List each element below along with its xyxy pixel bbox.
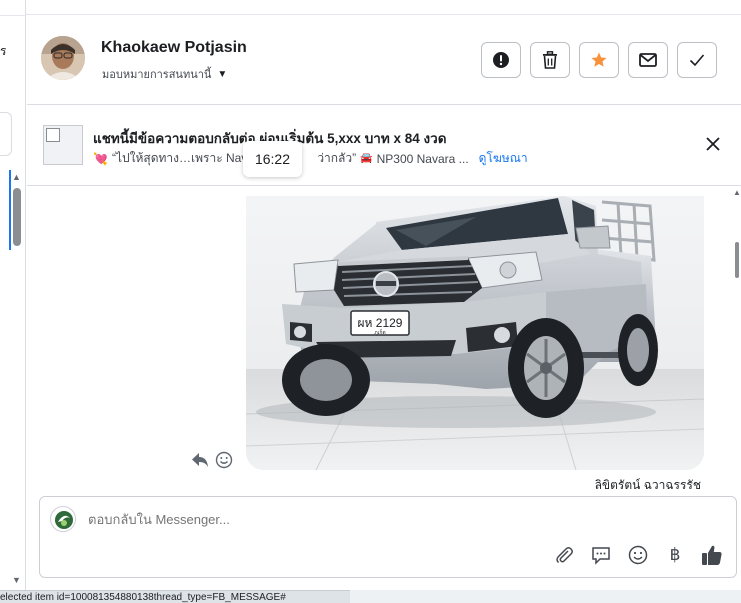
emoji-react-icon[interactable] — [215, 451, 233, 469]
close-icon — [706, 137, 720, 151]
browser-status-bar: elected item id=100081354880138thread_ty… — [0, 590, 350, 603]
thread-scrollbar-thumb[interactable] — [735, 242, 739, 278]
delete-button[interactable] — [530, 42, 570, 78]
assign-label: มอบหมายการสนทนานี้ — [102, 69, 212, 81]
left-conversation-list: ร ▲ ▼ — [0, 0, 26, 590]
header-actions — [481, 42, 717, 78]
like-button[interactable] — [700, 543, 724, 567]
list-fragment-text: ร — [0, 44, 7, 58]
scroll-up-arrow-icon[interactable]: ▲ — [12, 172, 21, 182]
message-image-pickup-truck[interactable]: ผห 2129 ภูเก็ต — [246, 186, 704, 470]
heart-emoji-icon: 💘 — [93, 151, 108, 166]
baht-icon: ฿ — [669, 545, 681, 564]
ad-thumbnail[interactable] — [43, 125, 83, 165]
emoji-button[interactable] — [626, 543, 650, 567]
ad-subtitle-text-2: ว่ากลัว” — [317, 151, 357, 165]
message-thread: ผห 2129 ภูเก็ต ลิขิตรัตน์ ฉวาฉรรรัช ▲ — [27, 186, 741, 490]
timestamp-tooltip: 16:22 — [243, 141, 302, 177]
alert-circle-icon — [493, 52, 509, 68]
license-plate-province: ภูเก็ต — [374, 328, 385, 336]
page-avatar — [50, 506, 76, 532]
star-button[interactable] — [579, 42, 619, 78]
license-plate-number: ผห 2129 — [358, 316, 403, 330]
top-toolbar-strip — [26, 0, 741, 15]
message-composer: ฿ — [39, 496, 737, 578]
alert-button[interactable] — [481, 42, 521, 78]
ad-car-text: NP300 Navara ... — [376, 151, 469, 166]
scroll-up-arrow-icon[interactable]: ▲ — [733, 188, 741, 197]
smiley-icon — [628, 545, 648, 565]
mail-button[interactable] — [628, 42, 668, 78]
thread-scrollbar[interactable]: ▲ — [733, 186, 741, 490]
reply-icon[interactable] — [191, 452, 209, 468]
car-emoji-icon: 🚘 — [360, 153, 373, 164]
contact-avatar[interactable] — [41, 36, 85, 80]
reply-input[interactable] — [88, 512, 648, 527]
chat-bubble-icon — [592, 547, 610, 565]
paperclip-icon — [556, 547, 573, 564]
envelope-icon — [639, 53, 657, 67]
list-scrollbar-thumb[interactable] — [13, 188, 21, 246]
list-item-card[interactable] — [0, 112, 12, 156]
view-ad-link[interactable]: ดูโฆษณา — [479, 149, 528, 168]
scroll-down-arrow-icon[interactable]: ▼ — [12, 575, 21, 585]
conversation-header: Khaokaew Potjasin มอบหมายการสนทนานี้ ▼ — [27, 16, 741, 105]
done-button[interactable] — [677, 42, 717, 78]
composer-tools: ฿ — [552, 543, 724, 567]
assign-dropdown[interactable]: มอบหมายการสนทนานี้ ▼ — [102, 65, 227, 83]
ad-referral-bar: แชทนี้มีข้อความตอบกลับต่อ ผ่อนเริ่มต้น 5… — [27, 106, 741, 186]
selected-indicator — [9, 170, 11, 250]
checkmark-icon — [689, 54, 705, 67]
attachment-button[interactable] — [552, 543, 576, 567]
message-actions — [191, 451, 233, 469]
saved-replies-button[interactable] — [589, 543, 613, 567]
star-icon — [591, 52, 607, 67]
status-bar-rest — [350, 590, 741, 603]
ad-subtitle-text: “ไปให้สุดทาง…เพราะ Nav — [111, 151, 248, 165]
divider — [0, 15, 26, 16]
caret-down-icon: ▼ — [217, 68, 228, 80]
thumbs-up-icon — [702, 545, 722, 565]
close-ad-button[interactable] — [703, 134, 723, 154]
payment-button[interactable]: ฿ — [663, 543, 687, 567]
ad-subtitle: 💘 “ไปให้สุดทาง…เพราะ Nav ว่ากลัว” 🚘 NP30… — [93, 149, 528, 168]
contact-name[interactable]: Khaokaew Potjasin — [101, 39, 247, 57]
sender-name-partial: ลิขิตรัตน์ ฉวาฉรรรัช — [594, 478, 701, 490]
trash-icon — [543, 51, 557, 69]
